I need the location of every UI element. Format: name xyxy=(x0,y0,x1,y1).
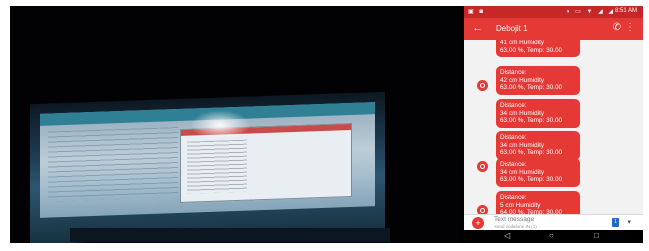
message-bubble[interactable]: Distance: 42 cm Humidity 63.00 %, Temp: … xyxy=(496,66,580,95)
add-attachment-icon[interactable]: + xyxy=(472,217,484,229)
laptop-photo xyxy=(10,6,460,243)
ide-code-area xyxy=(48,127,178,202)
screenshot-frame: ▣ ◙ ◑ ▭ ▼ ◢ ◢ 8:51 AM ← Debojit 1 ✆ ⋮ 41… xyxy=(10,6,643,243)
message-bubble[interactable]: Distance: 34 cm Humidity 63.00 %, Temp: … xyxy=(496,131,580,160)
system-nav-bar: ◁ ○ □ xyxy=(464,230,643,243)
laptop-keyboard-edge xyxy=(70,228,390,242)
sim-dropdown-icon[interactable]: ▾ xyxy=(627,218,631,226)
serial-monitor-output xyxy=(187,139,247,194)
back-arrow-icon[interactable]: ← xyxy=(472,22,483,34)
contact-avatar-icon[interactable] xyxy=(477,205,488,214)
contact-avatar-icon[interactable] xyxy=(477,161,488,172)
nav-recents-icon[interactable]: □ xyxy=(594,231,599,240)
message-composer: + Text message Send vodafone IN (1) 1 ▾ xyxy=(464,214,643,231)
conversation-app-bar: ← Debojit 1 ✆ ⋮ xyxy=(464,18,643,40)
message-bubble[interactable]: 41 cm Humidity 63.00 %, Temp: 30.00 xyxy=(496,40,580,58)
message-bubble[interactable]: Distance: 5 cm Humidity 64.00 %, Temp: 3… xyxy=(496,191,580,214)
phone-call-icon[interactable]: ✆ xyxy=(613,22,621,33)
contact-avatar-icon[interactable] xyxy=(477,80,488,91)
status-time: 8:51 AM xyxy=(614,8,637,14)
nav-back-icon[interactable]: ◁ xyxy=(504,231,510,240)
text-message-input[interactable]: Text message xyxy=(494,216,534,223)
light-glare xyxy=(190,110,250,140)
status-bar: ▣ ◙ ◑ ▭ ▼ ◢ ◢ 8:51 AM xyxy=(464,6,643,18)
signal-battery-icons: ◑ ▭ ▼ ◢ ◢ xyxy=(565,9,615,15)
more-options-icon[interactable]: ⋮ xyxy=(625,22,635,33)
notification-icons: ▣ ◙ xyxy=(468,9,485,15)
contact-title: Debojit 1 xyxy=(496,24,528,33)
sim-card-icon[interactable]: 1 xyxy=(612,218,619,227)
sim-label: Send vodafone IN (1) xyxy=(494,224,537,229)
message-thread[interactable]: 41 cm Humidity 63.00 %, Temp: 30.00 Dist… xyxy=(464,40,643,214)
phone-screenshot: ▣ ◙ ◑ ▭ ▼ ◢ ◢ 8:51 AM ← Debojit 1 ✆ ⋮ 41… xyxy=(464,6,643,243)
message-bubble[interactable]: Distance: 34 cm Humidity 63.00 %, Temp: … xyxy=(496,158,580,187)
nav-home-icon[interactable]: ○ xyxy=(549,231,554,240)
message-bubble[interactable]: Distance: 34 cm Humidity 63.00 %, Temp: … xyxy=(496,99,580,128)
